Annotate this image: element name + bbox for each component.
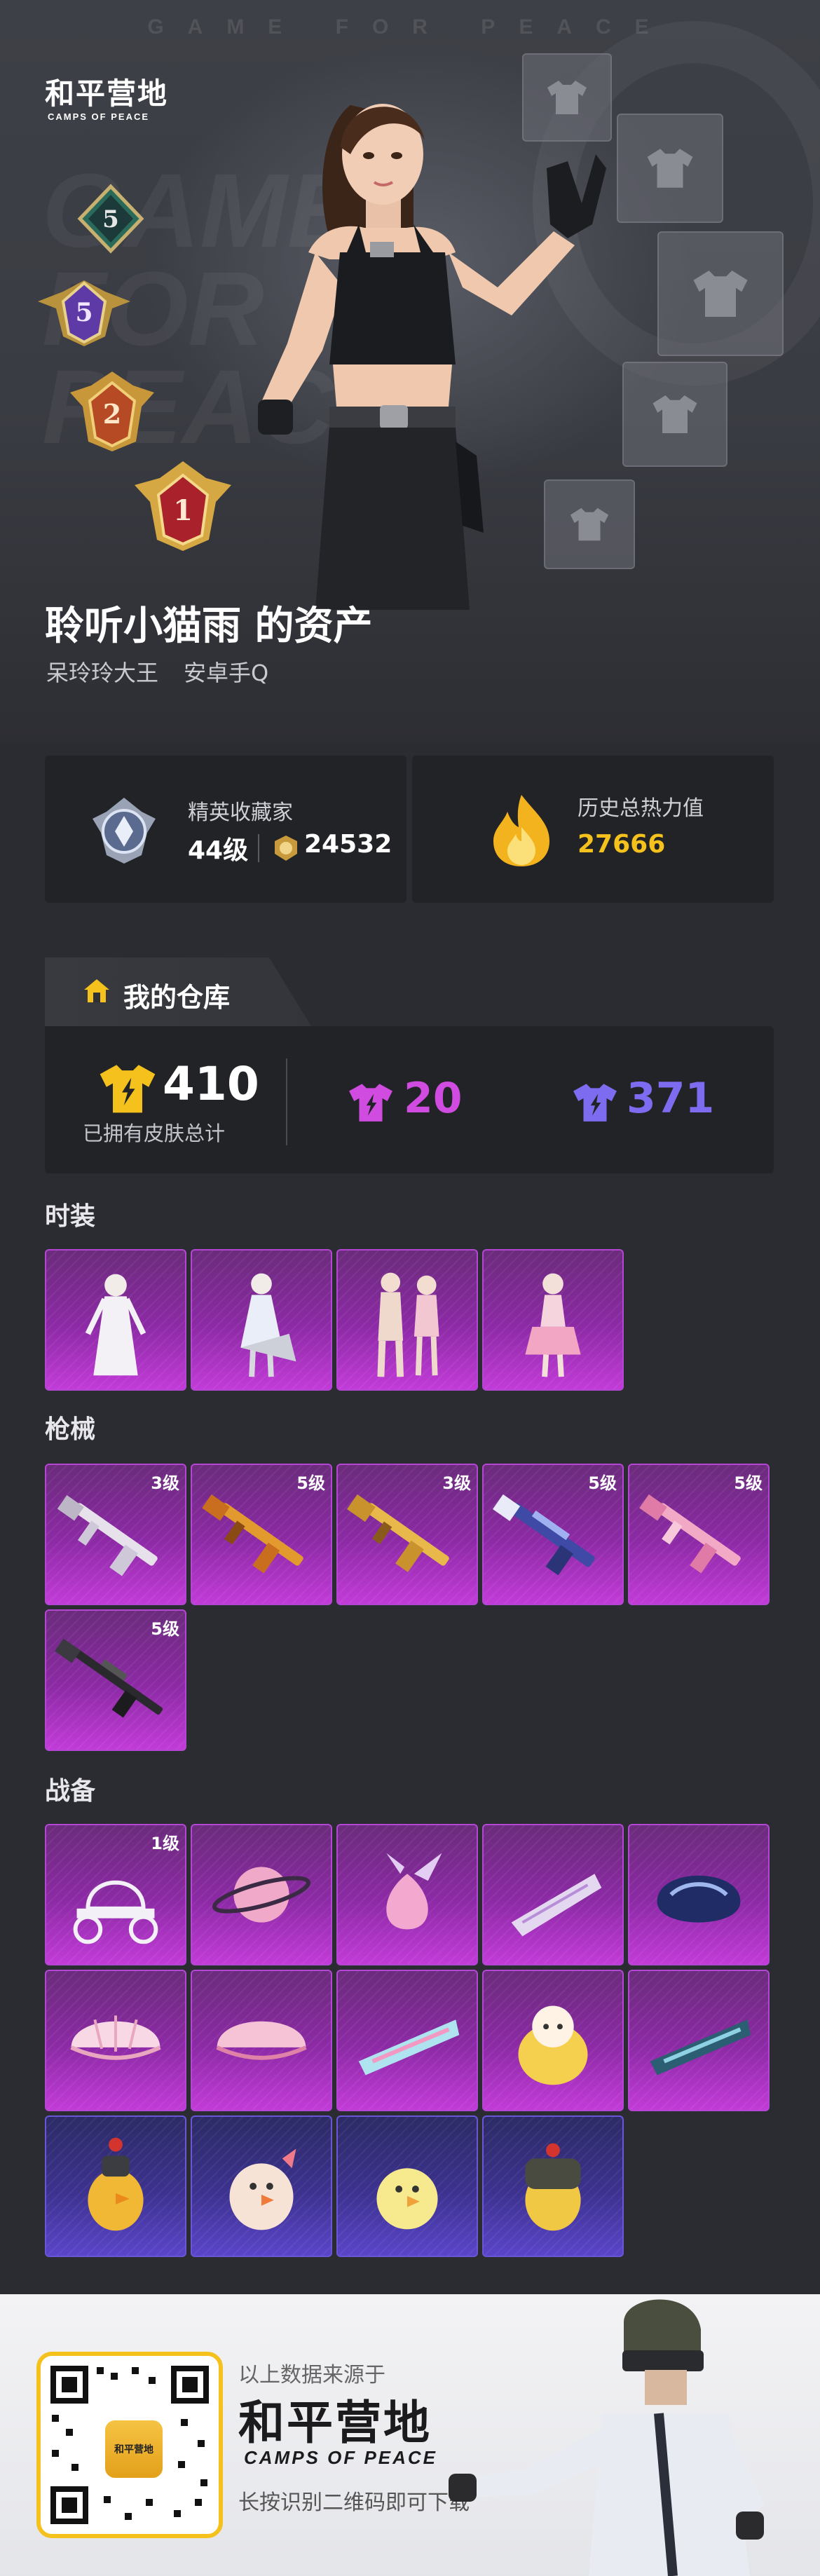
gun-item[interactable]: 3级 [45, 1464, 186, 1605]
section-title-guns: 枪械 [45, 1415, 96, 1444]
coin-icon [275, 836, 297, 861]
svg-text:2: 2 [103, 398, 121, 430]
divider [286, 1058, 287, 1145]
gun-item[interactable]: 5级 [628, 1464, 770, 1605]
footer-source-text: 以上数据来源于 [238, 2363, 385, 2387]
soldier-illustration [449, 2299, 764, 2576]
player-title: 聆听小猫雨 的资产 [45, 604, 373, 649]
flame-icon [493, 795, 549, 866]
gear-item[interactable] [45, 2115, 186, 2257]
gear-item[interactable] [336, 2115, 478, 2257]
logo-subtitle: CAMPS OF PEACE [48, 111, 150, 122]
collector-label: 精英收藏家 [188, 800, 293, 825]
rank-badge-icon: 5 [76, 184, 146, 254]
gear-item[interactable]: 1级 [45, 1824, 186, 1965]
footer-logo-subtitle: CAMPS OF PEACE [244, 2447, 438, 2468]
heat-label: 历史总热力值 [578, 796, 704, 821]
svg-text:1: 1 [173, 494, 193, 527]
shirt-icon [570, 507, 609, 541]
shirt-icon [652, 395, 697, 433]
gun-item[interactable]: 5级 [191, 1464, 332, 1605]
shirt-icon [100, 1065, 156, 1113]
gear-item[interactable] [482, 1824, 624, 1965]
fashion-item[interactable] [191, 1249, 332, 1391]
stats-row: 精英收藏家 44级 24532 历史总热力值 27666 [45, 756, 774, 903]
shirt-icon [349, 1084, 392, 1122]
gear-item[interactable] [482, 1970, 624, 2111]
total-skins-label: 已拥有皮肤总计 [83, 1122, 226, 1145]
outfit-card[interactable] [622, 362, 727, 467]
fashion-item[interactable] [336, 1249, 478, 1391]
rank-badge-icon: 5 [35, 266, 133, 350]
total-skins-count: 410 [163, 1057, 259, 1111]
logo-title: 和平营地 [45, 76, 169, 111]
outfit-card[interactable] [617, 114, 723, 223]
svg-text:5: 5 [75, 298, 93, 327]
fashion-item[interactable] [482, 1249, 624, 1391]
hero-banner: GAME FOR PEACE GAME FOR PEACE 和平营地 CAMPS… [0, 0, 820, 743]
collector-level: 44级 [188, 836, 249, 865]
blue-skins-count: 371 [627, 1074, 715, 1123]
purple-skins-count: 20 [404, 1074, 463, 1123]
shirt-icon [573, 1084, 617, 1122]
gear-item[interactable] [191, 1824, 332, 1965]
collector-card[interactable]: 精英收藏家 44级 24532 [45, 756, 406, 903]
divider [258, 834, 259, 862]
gear-item[interactable] [45, 1970, 186, 2111]
fashion-item[interactable] [45, 1249, 186, 1391]
gear-item[interactable] [191, 2115, 332, 2257]
shirt-icon [693, 271, 748, 317]
gun-item[interactable]: 5级 [45, 1609, 186, 1751]
app-logo: 和平营地 CAMPS OF PEACE [45, 70, 185, 122]
footer-banner: 和平营地 以上数据来源于 和平营地 CAMPS OF PEACE 长按识别二维码… [0, 2294, 820, 2576]
player-nickname: 呆玲玲大王 [46, 660, 159, 686]
gear-item[interactable] [628, 1824, 770, 1965]
gun-item[interactable]: 3级 [336, 1464, 478, 1605]
home-icon [84, 979, 109, 1002]
shirt-icon [547, 81, 587, 114]
gear-item[interactable] [336, 1824, 478, 1965]
outfit-card[interactable] [522, 53, 612, 142]
player-subtitle: 呆玲玲大王 安卓手Q [46, 655, 268, 688]
player-platform: 安卓手Q [184, 660, 269, 686]
shirt-icon [647, 149, 693, 188]
gear-item[interactable] [482, 2115, 624, 2257]
warehouse-title: 我的仓库 [123, 982, 231, 1013]
outfit-card[interactable] [657, 231, 784, 356]
heat-card[interactable]: 历史总热力值 27666 [412, 756, 774, 903]
collector-badge-icon [93, 798, 156, 864]
gear-item[interactable] [336, 1970, 478, 2111]
footer-logo-title: 和平营地 [238, 2395, 432, 2450]
outfit-card[interactable] [544, 479, 635, 569]
gun-item[interactable]: 5级 [482, 1464, 624, 1605]
section-title-fashion: 时装 [45, 1202, 96, 1231]
rank-badge-icon: 2 [63, 364, 161, 456]
section-title-gear: 战备 [45, 1777, 96, 1806]
gear-item[interactable] [191, 1970, 332, 2111]
collector-points: 24532 [304, 830, 392, 859]
qr-code[interactable]: 和平营地 [36, 2352, 223, 2538]
gear-item[interactable] [628, 1970, 770, 2111]
svg-text:5: 5 [102, 205, 119, 233]
heat-value: 27666 [578, 830, 666, 859]
app-icon: 和平营地 [102, 2418, 165, 2481]
